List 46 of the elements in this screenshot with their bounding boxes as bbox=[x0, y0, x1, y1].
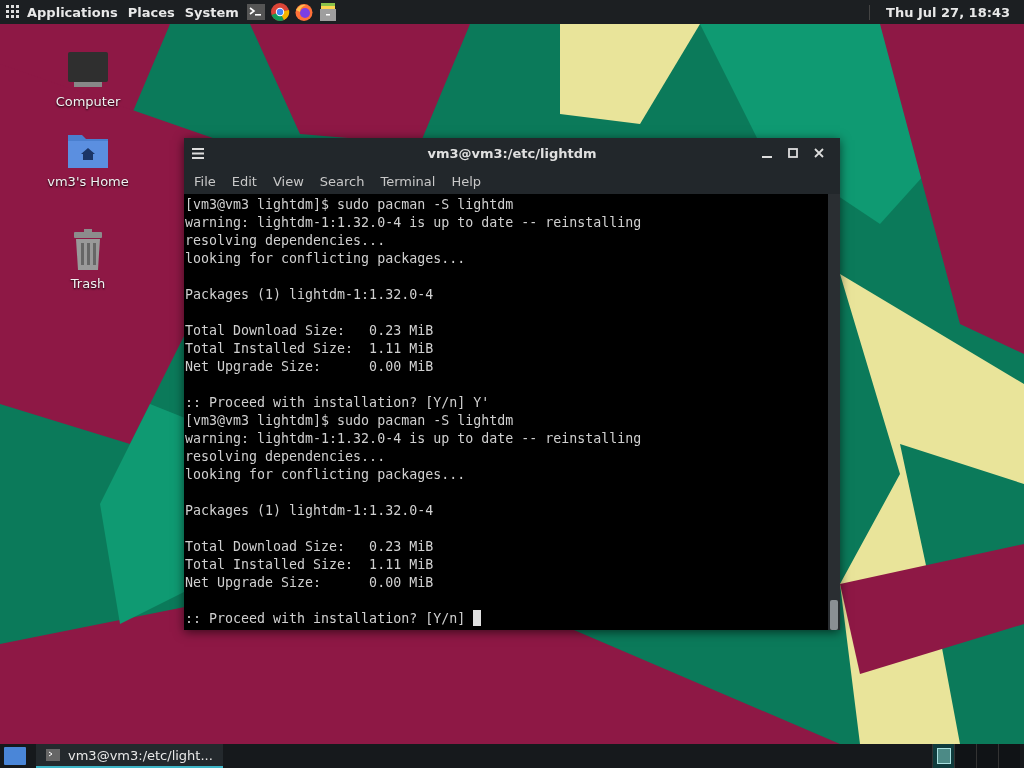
minimize-icon bbox=[762, 156, 772, 158]
menu-item[interactable]: File bbox=[186, 173, 224, 189]
panel-menu[interactable]: System bbox=[181, 4, 242, 20]
terminal-line: resolving dependencies... bbox=[185, 233, 386, 248]
app-grid-icon[interactable] bbox=[6, 5, 20, 19]
terminal-line: [vm3@vm3 lightdm]$ sudo pacman -S lightdm bbox=[185, 413, 514, 428]
icon-label[interactable]: Computer bbox=[55, 94, 121, 109]
terminal-icon bbox=[46, 749, 60, 761]
terminal-line: [vm3@vm3 lightdm]$ sudo pacman -S lightdm bbox=[185, 197, 514, 212]
terminal-line: Total Installed Size: 1.11 MiB bbox=[185, 557, 434, 572]
task-button[interactable]: vm3@vm3:/etc/light... bbox=[36, 744, 223, 768]
file-manager-icon[interactable] bbox=[317, 2, 338, 22]
menu-item[interactable]: View bbox=[264, 173, 312, 189]
terminal-line: warning: lightdm-1:1.32.0-4 is up to date -- reinstalling bbox=[185, 431, 642, 446]
terminal-line: resolving dependencies... bbox=[185, 449, 386, 464]
terminal-line: Packages (1) lightdm-1:1.32.0-4 bbox=[185, 287, 434, 302]
terminal-line: looking for conflicting packages... bbox=[185, 251, 466, 266]
terminal-line: looking for conflicting packages... bbox=[185, 467, 466, 482]
terminal-icon[interactable] bbox=[245, 2, 266, 22]
panel-menu[interactable]: Applications bbox=[24, 4, 121, 20]
browser-icon[interactable] bbox=[293, 2, 314, 22]
menu-item[interactable]: Edit bbox=[223, 173, 265, 189]
browser-icon[interactable] bbox=[269, 2, 290, 22]
window-title: vm3@vm3:/etc/lightdm bbox=[426, 145, 598, 161]
terminal-line: Net Upgrade Size: 0.00 MiB bbox=[185, 359, 434, 374]
scrollbar[interactable] bbox=[828, 194, 840, 630]
panel-menu[interactable]: Places bbox=[124, 4, 178, 20]
close-icon bbox=[814, 148, 824, 158]
terminal-line: warning: lightdm-1:1.32.0-4 is up to date -- reinstalling bbox=[185, 215, 642, 230]
terminal-line: :: Proceed with installation? [Y/n] bbox=[185, 611, 467, 626]
terminal-line: Total Download Size: 0.23 MiB bbox=[185, 539, 434, 554]
icon-label[interactable]: Trash bbox=[70, 276, 106, 291]
menu-item[interactable]: Search bbox=[311, 173, 373, 189]
menu-item[interactable]: Help bbox=[443, 173, 490, 189]
menu-icon[interactable] bbox=[192, 147, 204, 159]
terminal-line: Packages (1) lightdm-1:1.32.0-4 bbox=[185, 503, 434, 518]
menu-item[interactable]: Terminal bbox=[372, 173, 444, 189]
terminal-line: Total Installed Size: 1.11 MiB bbox=[185, 341, 434, 356]
clock[interactable]: Thu Jul 27, 18:43 bbox=[869, 4, 1018, 20]
terminal-line: Net Upgrade Size: 0.00 MiB bbox=[185, 575, 434, 590]
icon-label[interactable]: vm3's Home bbox=[47, 174, 129, 189]
maximize-icon bbox=[788, 148, 798, 158]
monitor-icon[interactable] bbox=[66, 50, 110, 90]
workspace-button[interactable] bbox=[932, 744, 954, 768]
terminal-line: Total Download Size: 0.23 MiB bbox=[185, 323, 434, 338]
terminal-line: :: Proceed with installation? [Y/n] Y' bbox=[185, 395, 490, 410]
